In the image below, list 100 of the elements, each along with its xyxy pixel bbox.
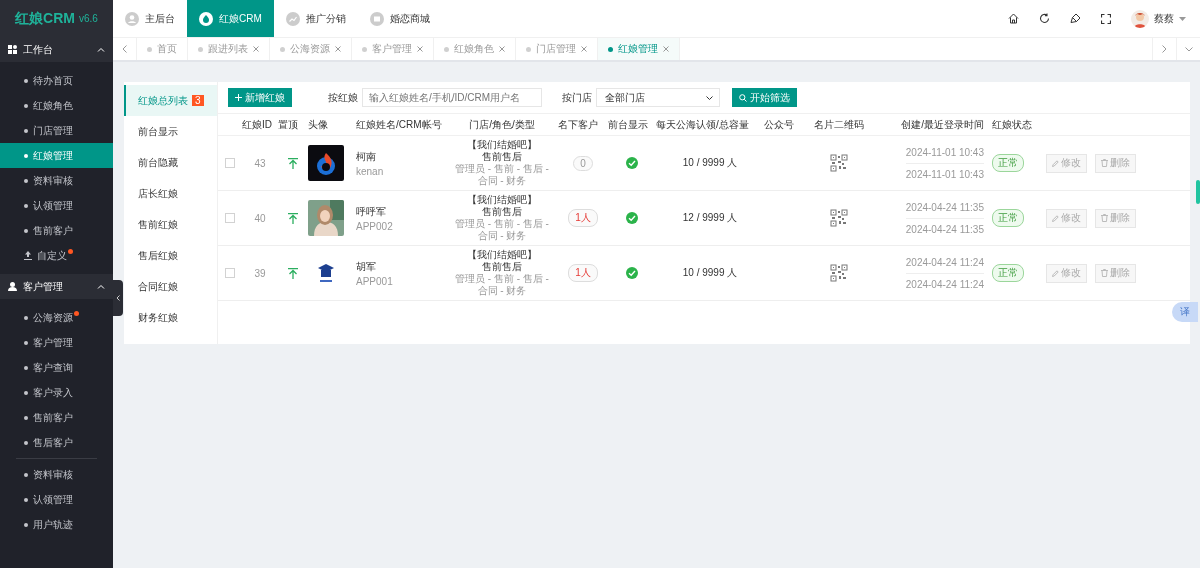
sidebar-group-header[interactable]: 客户管理 (0, 274, 113, 299)
top-nav-item[interactable]: 红娘CRM (187, 0, 274, 37)
sub-nav-item[interactable]: 财务红娘 (124, 302, 217, 333)
dot-icon (198, 46, 203, 52)
sidebar-item[interactable]: 红娘角色 (0, 93, 113, 118)
pin-top-icon[interactable] (288, 157, 298, 169)
sidebar-item[interactable]: 客户录入 (0, 380, 113, 405)
dot-icon (147, 46, 152, 52)
user-name[interactable]: 蔡蔡 (1154, 11, 1174, 26)
sidebar-item[interactable]: 客户管理 (0, 330, 113, 355)
row-checkbox[interactable] (225, 213, 235, 223)
sub-nav-item[interactable]: 前台隐藏 (124, 147, 217, 178)
close-icon[interactable] (581, 46, 587, 52)
sidebar-item[interactable]: 门店管理 (0, 118, 113, 143)
sub-nav-item[interactable]: 合同红娘 (124, 271, 217, 302)
type-label: 售前售后 (482, 206, 522, 218)
status-tag: 正常 (992, 264, 1024, 282)
customer-count[interactable]: 1人 (568, 209, 598, 227)
login-time: 2024-04-24 11:35 (905, 222, 984, 237)
bullet-icon (24, 497, 28, 502)
sidebar-item[interactable]: 红娘管理 (0, 143, 113, 168)
sidebar-item[interactable]: 售前客户 (0, 218, 113, 243)
sub-nav-item[interactable]: 售后红娘 (124, 240, 217, 271)
sub-nav-item[interactable]: 前台显示 (124, 116, 217, 147)
created-time: 2024-04-24 11:35 (905, 196, 984, 219)
sidebar-item[interactable]: 售前客户 (0, 405, 113, 430)
qr-code-icon[interactable] (830, 209, 848, 227)
pin-top-icon[interactable] (288, 212, 298, 224)
sidebar-item[interactable]: 认领管理 (0, 487, 113, 512)
chevron-right-icon (1162, 45, 1167, 53)
sub-nav-item[interactable]: 店长红娘 (124, 178, 217, 209)
dot-icon (608, 46, 613, 52)
close-icon[interactable] (499, 46, 505, 52)
chevron-left-icon (122, 45, 127, 53)
top-nav-item[interactable]: 婚恋商城 (357, 0, 442, 37)
bullet-icon (24, 128, 28, 133)
top-nav-item[interactable]: 推广分销 (273, 0, 358, 37)
status-tag: 正常 (992, 209, 1024, 227)
account-name: APP002 (356, 220, 394, 232)
table-cell-text: 10 / 9999 人 (681, 266, 739, 280)
bullet-icon (24, 415, 28, 420)
user-icon (125, 11, 139, 26)
sidebar-item[interactable]: 资料审核 (0, 168, 113, 193)
close-icon[interactable] (253, 46, 259, 52)
qr-code-icon[interactable] (830, 154, 848, 172)
sidebar-item[interactable]: 资料审核 (0, 462, 113, 487)
caret-down-icon[interactable] (1179, 16, 1186, 21)
sidebar-item[interactable]: 公海资源 (0, 305, 113, 330)
column-header: 红娘姓名/CRM帐号 (356, 117, 443, 132)
dot-icon (444, 46, 449, 52)
close-icon[interactable] (335, 46, 341, 52)
fullscreen-icon[interactable] (1101, 13, 1111, 24)
sidebar-item[interactable]: 用户轨迹 (0, 512, 113, 537)
add-button[interactable]: 新增红娘 (228, 88, 292, 107)
column-header: 红娘ID (242, 117, 273, 132)
search-label: 按红娘 (328, 90, 358, 105)
search-field[interactable]: 输入红娘姓名/手机/ID/CRM用户名 (362, 88, 542, 107)
box-icon (369, 11, 384, 26)
collapse-button[interactable] (113, 280, 123, 316)
top-nav-item[interactable]: 主后台 (113, 0, 187, 37)
column-header: 名片二维码 (814, 117, 864, 132)
chevron-down-icon (1184, 46, 1193, 52)
sub-nav-item[interactable]: 售前红娘 (124, 209, 217, 240)
scrollbar-thumb[interactable] (1196, 180, 1200, 204)
store-select[interactable]: 全部门店 (596, 88, 720, 107)
page-tab[interactable]: 红娘管理 (598, 38, 680, 60)
qr-code-icon[interactable] (830, 264, 848, 282)
sidebar-item[interactable]: 自定义 (0, 243, 113, 268)
sidebar-item[interactable]: 客户查询 (0, 355, 113, 380)
column-header: 创建/最近登录时间 (901, 117, 985, 132)
matchmaker-name: 胡军 (356, 259, 377, 274)
customer-count[interactable]: 1人 (568, 264, 598, 282)
column-header: 公众号 (764, 117, 795, 132)
account-name: APP001 (356, 275, 394, 287)
roles-text: 管理员 - 售前 - 售后 - 合同 - 财务 (454, 218, 550, 242)
sidebar-item[interactable]: 待办首页 (0, 68, 113, 93)
home-icon[interactable] (1008, 13, 1019, 24)
store-name: 【我们结婚吧】 (467, 249, 537, 261)
sub-nav-item[interactable]: 红娘总列表 3 (124, 85, 217, 116)
table-cell: 43 (254, 157, 266, 169)
bullet-icon (24, 228, 28, 233)
search-icon (739, 93, 747, 102)
sidebar-group-header[interactable]: 工作台 (0, 37, 113, 62)
close-icon[interactable] (663, 46, 669, 52)
filter-button[interactable]: 开始筛选 (732, 88, 797, 107)
row-checkbox[interactable] (225, 158, 235, 168)
refresh-icon[interactable] (1039, 13, 1050, 24)
close-icon[interactable] (417, 46, 423, 52)
column-header: 红娘状态 (992, 117, 1033, 132)
row-checkbox[interactable] (225, 268, 235, 278)
table-cell: 39 (254, 267, 266, 279)
user-icon (8, 282, 17, 291)
store-name: 【我们结婚吧】 (467, 194, 537, 206)
pin-top-icon[interactable] (288, 267, 298, 279)
matchmaker-name: 柯南 (356, 149, 377, 164)
bullet-icon (24, 365, 28, 370)
type-label: 售前售后 (482, 261, 522, 273)
grid-icon (8, 45, 17, 54)
sidebar-item[interactable]: 认领管理 (0, 193, 113, 218)
sidebar-item[interactable]: 售后客户 (0, 430, 113, 455)
